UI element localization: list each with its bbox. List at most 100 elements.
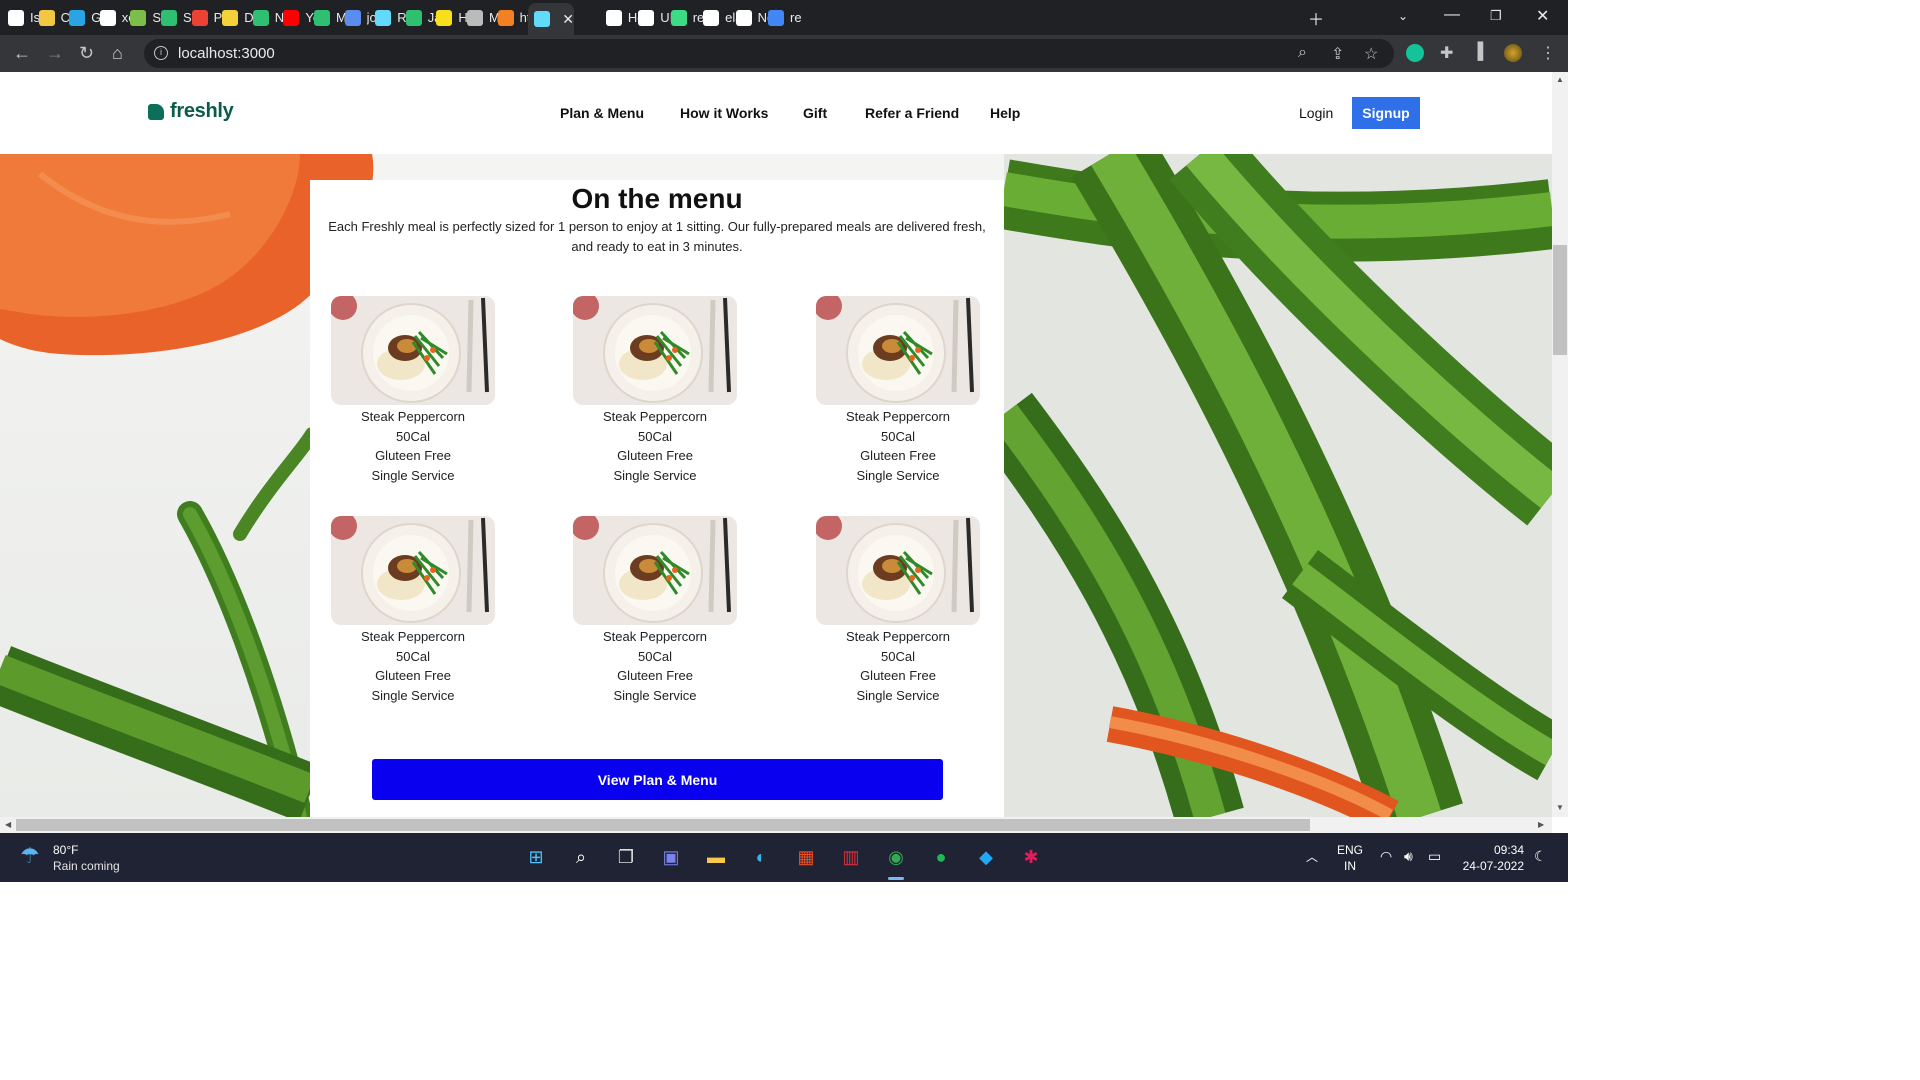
view-plan-menu-button[interactable]: View Plan & Menu (372, 759, 943, 800)
home-button[interactable]: ⌂ (112, 43, 123, 63)
meal-calories: 50Cal (638, 428, 672, 444)
meal-diet: Gluteen Free (375, 448, 451, 464)
horizontal-scrollbar-thumb[interactable] (16, 819, 1310, 831)
battery-icon[interactable]: ▭ (1428, 848, 1441, 865)
meal-serving: Single Service (613, 687, 697, 703)
system-clock[interactable]: 09:34 24-07-2022 (1458, 842, 1524, 874)
meal-card[interactable]: Steak Peppercorn 50Cal Gluteen Free Single … (331, 296, 495, 485)
teams-chat-icon[interactable]: ▣ (659, 845, 683, 869)
profile-avatar[interactable] (1504, 44, 1522, 62)
weather-description[interactable]: Rain coming (53, 859, 120, 873)
meal-calories: 50Cal (638, 648, 672, 664)
meal-photo[interactable] (331, 296, 495, 405)
gmail-icon (191, 9, 208, 26)
weather-temperature[interactable]: 80°F (53, 843, 78, 857)
site-info-icon[interactable]: i (154, 46, 168, 60)
clock-time: 09:34 (1493, 843, 1524, 857)
meal-photo[interactable] (573, 296, 737, 405)
vscode-icon[interactable]: ◆ (974, 845, 998, 869)
meal-diet: Gluteen Free (375, 668, 451, 684)
browser-tab[interactable]: re (768, 5, 805, 30)
address-bar[interactable]: i localhost:3000 ⌕ ⇪ ☆ (144, 39, 1394, 68)
extensions-puzzle-icon[interactable]: ✚ (1440, 43, 1453, 63)
github-icon (638, 9, 655, 26)
meal-card[interactable]: Steak Peppercorn 50Cal Gluteen Free Single … (573, 296, 737, 485)
browser-tab[interactable]: Hc (605, 5, 643, 30)
browser-toolbar: ← → ↻ ⌂ i localhost:3000 ⌕ ⇪ ☆ ✚ ▐ ⋮ (0, 35, 1568, 72)
slack-icon[interactable]: ✱ (1019, 845, 1043, 869)
browser-tab[interactable]: ✕ (528, 3, 575, 35)
chrome-icon[interactable]: ◉ (884, 845, 908, 869)
meal-card[interactable]: Steak Peppercorn 50Cal Gluteen Free Single … (816, 296, 980, 485)
github-icon (8, 9, 24, 26)
meal-card[interactable]: Steak Peppercorn 50Cal Gluteen Free Single … (573, 516, 737, 705)
share-icon[interactable]: ⇪ (1331, 44, 1344, 64)
zoom-icon[interactable]: ⌕ (1298, 44, 1307, 62)
rain-umbrella-icon[interactable]: ☂ (20, 843, 40, 869)
github-icon (703, 9, 720, 26)
tab-close-icon[interactable]: ✕ (562, 11, 574, 28)
meal-photo[interactable] (816, 296, 980, 405)
bolt-icon (69, 9, 86, 26)
windows-start-icon[interactable]: ⊞ (524, 845, 548, 869)
minimize-button[interactable]: — (1444, 6, 1460, 24)
close-window-button[interactable]: ✕ (1536, 6, 1549, 26)
restore-button[interactable]: ❐ (1490, 8, 1502, 24)
bookmark-star-icon[interactable]: ☆ (1364, 44, 1378, 64)
login-link[interactable]: Login (1299, 105, 1333, 121)
freshly-logo[interactable]: freshly (148, 100, 234, 123)
meal-calories: 50Cal (881, 428, 915, 444)
language-indicator[interactable]: ENG IN (1337, 842, 1363, 874)
new-tab-button[interactable]: ＋ (1308, 6, 1324, 30)
stack-icon (497, 9, 514, 26)
back-button[interactable]: ← (13, 43, 31, 63)
volume-icon[interactable]: 🔊︎ (1404, 848, 1413, 865)
chatgpt-icon (735, 9, 752, 26)
microsoft-store-icon[interactable]: ▦ (794, 845, 818, 869)
nav-how-it-works[interactable]: How it Works (680, 105, 768, 121)
gift-app-icon[interactable]: ▥ (839, 845, 863, 869)
w-icon (252, 9, 269, 26)
meal-photo[interactable] (573, 516, 737, 625)
reload-button[interactable]: ↻ (79, 43, 94, 63)
show-hidden-icons-chevron-icon[interactable]: ︿ (1306, 848, 1318, 865)
url-text[interactable]: localhost:3000 (178, 45, 275, 62)
nav-refer-a-friend[interactable]: Refer a Friend (865, 105, 959, 121)
meal-name: Steak Peppercorn (602, 409, 708, 424)
browser-menu-icon[interactable]: ⋮ (1540, 43, 1556, 63)
notifications-moon-icon[interactable]: ☾ (1534, 848, 1547, 865)
forward-button[interactable]: → (46, 43, 64, 63)
vertical-scrollbar-thumb[interactable] (1553, 245, 1567, 355)
nav-plan-menu[interactable]: Plan & Menu (560, 105, 644, 121)
browser-tab[interactable]: UI (638, 5, 675, 30)
scroll-right-arrow-icon[interactable]: ▶ (1538, 820, 1544, 829)
scroll-down-arrow-icon[interactable]: ▼ (1556, 803, 1564, 812)
nav-gift[interactable]: Gift (803, 105, 827, 121)
file-explorer-icon[interactable]: ▬ (704, 845, 728, 869)
active-app-indicator (888, 877, 904, 880)
vertical-scrollbar[interactable] (1552, 72, 1568, 817)
meal-card[interactable]: Steak Peppercorn 50Cal Gluteen Free Single … (816, 516, 980, 705)
side-panel-icon[interactable]: ▐ (1472, 43, 1483, 61)
freshly-logo-icon (148, 103, 164, 120)
meal-diet: Gluteen Free (617, 668, 693, 684)
meal-name: Steak Peppercorn (602, 629, 708, 644)
search-icon[interactable]: ⌕ (569, 845, 593, 869)
edge-icon[interactable]: ◐ (749, 845, 773, 869)
browser-tab[interactable]: Ne (735, 5, 773, 30)
meal-card[interactable]: Steak Peppercorn 50Cal Gluteen Free Single … (331, 516, 495, 705)
scroll-up-arrow-icon[interactable]: ▲ (1556, 75, 1564, 84)
grammarly-extension-icon[interactable] (1406, 44, 1424, 62)
scroll-left-arrow-icon[interactable]: ◀ (5, 820, 11, 829)
browser-tab[interactable]: ela (703, 5, 740, 30)
nav-help[interactable]: Help (990, 105, 1020, 121)
signup-button[interactable]: Signup (1352, 97, 1420, 129)
spotify-icon[interactable]: ● (929, 845, 953, 869)
meal-photo[interactable] (816, 516, 980, 625)
meal-serving: Single Service (613, 467, 697, 483)
meal-photo[interactable] (331, 516, 495, 625)
task-view-icon[interactable]: ❐ (614, 845, 638, 869)
meal-name: Steak Peppercorn (360, 629, 466, 644)
wifi-icon[interactable]: ◠ (1380, 848, 1392, 865)
tab-search-chevron-icon[interactable]: ⌄ (1398, 9, 1408, 23)
